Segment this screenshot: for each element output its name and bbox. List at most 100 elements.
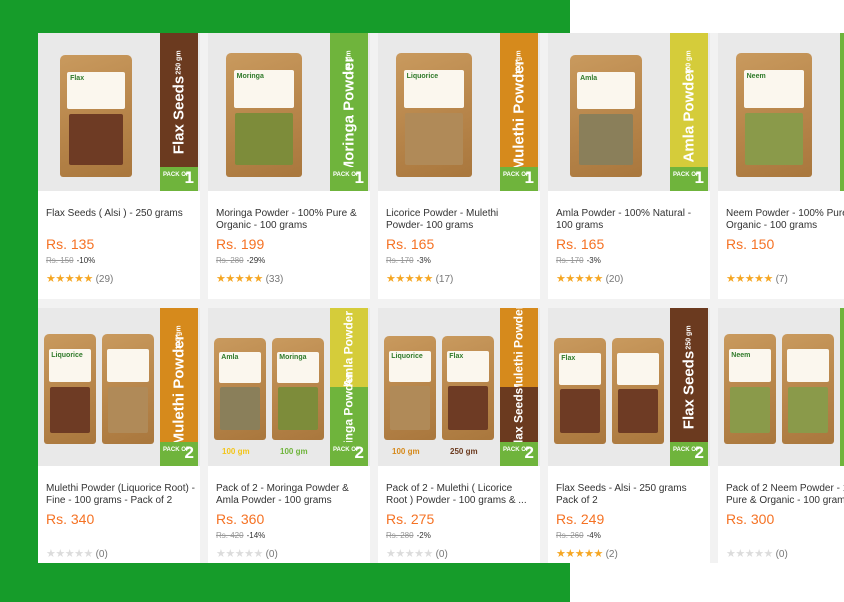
product-pouch: Neem [736, 53, 812, 177]
product-price: Rs. 275 [386, 511, 435, 527]
product-image[interactable]: Liquorice Flax 100 gm 250 gm Mulethi Pow… [378, 308, 540, 466]
product-grid: Flax 250 gm Flax Seeds PACK OF 1 Flax See… [38, 33, 844, 563]
product-pouch: Amla [570, 55, 642, 177]
product-card[interactable]: Flax 250 gm Flax Seeds PACK OF 2 Flax See… [548, 308, 710, 563]
product-image[interactable]: Amla Moringa 100 gm 100 gm Amla Powder M… [208, 308, 370, 466]
old-price: Rs. 170 -3% [556, 256, 601, 265]
product-banner: 250 gm Flax Seeds PACK OF 2 [670, 308, 708, 466]
product-image[interactable]: Flax 250 gm Flax Seeds PACK OF 2 [548, 308, 710, 466]
old-price: Rs. 150 -10% [46, 256, 96, 265]
product-pouch: Liquorice [396, 53, 472, 177]
product-pouch: Neem [724, 334, 776, 444]
product-title[interactable]: Pack of 2 - Moringa Powder & Amla Powder… [216, 483, 366, 507]
star-icons: ★★★★★ [386, 273, 433, 285]
product-pouch: Flax [554, 338, 606, 444]
product-pouch: Flax [60, 55, 132, 177]
old-price: Rs. 260 -4% [556, 531, 601, 540]
product-pouch: Moringa [272, 338, 324, 440]
star-icons: ★★★★★ [386, 548, 433, 560]
rating: ★★★★★ (0) [46, 548, 108, 560]
rating: ★★★★★ (0) [386, 548, 448, 560]
rating: ★★★★★ (7) [726, 273, 788, 285]
product-banner: 100 gm Mulethi Powder PACK OF 2 [160, 308, 198, 466]
pack-badge: PACK OF 2 [160, 442, 198, 466]
product-card[interactable]: Liquorice 100 gm Mulethi Powder PACK OF 2… [38, 308, 200, 563]
pack-badge: PACK OF 1 [330, 167, 368, 191]
product-image[interactable]: Neem [718, 33, 844, 191]
product-card[interactable]: Liquorice 100 gm Mulethi Powder PACK OF 1… [378, 33, 540, 299]
product-title[interactable]: Pack of 2 - Mulethi ( Licorice Root ) Po… [386, 483, 536, 507]
product-image[interactable]: Liquorice 100 gm Mulethi Powder PACK OF 2 [38, 308, 200, 466]
product-image[interactable]: Flax 250 gm Flax Seeds PACK OF 1 [38, 33, 200, 191]
product-pouch [782, 334, 834, 444]
product-pouch: Flax [442, 336, 494, 440]
pack-badge: PACK OF 1 [500, 167, 538, 191]
product-title[interactable]: Amla Powder - 100% Natural - 100 grams [556, 208, 706, 232]
product-title[interactable]: Licorice Powder - Mulethi Powder- 100 gr… [386, 208, 536, 232]
product-pouch: Moringa [226, 53, 302, 177]
product-banner: 100 gm Moringa Powder PACK OF 1 [330, 33, 368, 191]
product-image[interactable]: Amla 100 gm Amla Powder PACK OF 1 [548, 33, 710, 191]
pack-badge: PACK OF 1 [160, 167, 198, 191]
product-banner [840, 33, 844, 191]
product-title[interactable]: Neem Powder - 100% Pure & Organic - 100 … [726, 208, 844, 232]
star-icons: ★★★★★ [46, 273, 93, 285]
product-price: Rs. 165 [556, 236, 605, 252]
product-price: Rs. 199 [216, 236, 265, 252]
product-card[interactable]: Amla 100 gm Amla Powder PACK OF 1 Amla Po… [548, 33, 710, 299]
product-price: Rs. 300 [726, 511, 775, 527]
product-pouch: Amla [214, 338, 266, 440]
old-price: Rs. 420 -14% [216, 531, 266, 540]
pack-badge: PACK OF 2 [500, 442, 538, 466]
product-price: Rs. 249 [556, 511, 605, 527]
star-icons: ★★★★★ [726, 548, 773, 560]
product-title[interactable]: Flax Seeds ( Alsi ) - 250 grams [46, 208, 196, 220]
product-banner: 100 gm Mulethi Powder PACK OF 1 [500, 33, 538, 191]
product-banner: Amla Powder Moringa Powder PACK OF 2 [330, 308, 368, 466]
product-price: Rs. 135 [46, 236, 95, 252]
pack-badge: PACK OF 2 [330, 442, 368, 466]
rating: ★★★★★ (0) [726, 548, 788, 560]
product-pouch [612, 338, 664, 444]
old-price: Rs. 280 -2% [386, 531, 431, 540]
old-price: Rs. 170 -3% [386, 256, 431, 265]
rating: ★★★★★ (20) [556, 273, 624, 285]
product-image[interactable]: Liquorice 100 gm Mulethi Powder PACK OF 1 [378, 33, 540, 191]
product-title[interactable]: Pack of 2 Neem Powder - 100% Pure & Orga… [726, 483, 844, 507]
rating: ★★★★★ (33) [216, 273, 284, 285]
product-pouch: Liquorice [44, 334, 96, 444]
product-card[interactable]: Amla Moringa 100 gm 100 gm Amla Powder M… [208, 308, 370, 563]
product-title[interactable]: Flax Seeds - Alsi - 250 grams Pack of 2 [556, 483, 706, 507]
product-title[interactable]: Mulethi Powder (Liquorice Root) - Fine -… [46, 483, 196, 507]
product-price: Rs. 150 [726, 236, 775, 252]
product-image[interactable]: Moringa 100 gm Moringa Powder PACK OF 1 [208, 33, 370, 191]
product-price: Rs. 340 [46, 511, 95, 527]
product-pouch [102, 334, 154, 444]
star-icons: ★★★★★ [216, 548, 263, 560]
old-price: Rs. 280 -29% [216, 256, 266, 265]
product-card[interactable]: Flax 250 gm Flax Seeds PACK OF 1 Flax See… [38, 33, 200, 299]
pack-badge: PACK OF 1 [670, 167, 708, 191]
rating: ★★★★★ (29) [46, 273, 114, 285]
star-icons: ★★★★★ [556, 273, 603, 285]
pack-badge: PACK OF 2 [670, 442, 708, 466]
rating: ★★★★★ (17) [386, 273, 454, 285]
product-banner: Mulethi Powder Flax Seeds PACK OF 2 [500, 308, 538, 466]
star-icons: ★★★★★ [46, 548, 93, 560]
product-price: Rs. 360 [216, 511, 265, 527]
star-icons: ★★★★★ [556, 548, 603, 560]
product-price: Rs. 165 [386, 236, 435, 252]
star-icons: ★★★★★ [726, 273, 773, 285]
product-card[interactable]: Moringa 100 gm Moringa Powder PACK OF 1 M… [208, 33, 370, 299]
product-banner: 100 gm Amla Powder PACK OF 1 [670, 33, 708, 191]
product-banner [840, 308, 844, 466]
product-image[interactable]: Neem [718, 308, 844, 466]
product-card[interactable]: Neem Neem Powder - 100% Pure & Organic -… [718, 33, 844, 299]
product-banner: 250 gm Flax Seeds PACK OF 1 [160, 33, 198, 191]
rating: ★★★★★ (0) [216, 548, 278, 560]
product-card[interactable]: Liquorice Flax 100 gm 250 gm Mulethi Pow… [378, 308, 540, 563]
rating: ★★★★★ (2) [556, 548, 618, 560]
product-card[interactable]: Neem Pack of 2 Neem Powder - 100% Pure &… [718, 308, 844, 563]
product-pouch: Liquorice [384, 336, 436, 440]
product-title[interactable]: Moringa Powder - 100% Pure & Organic - 1… [216, 208, 366, 232]
